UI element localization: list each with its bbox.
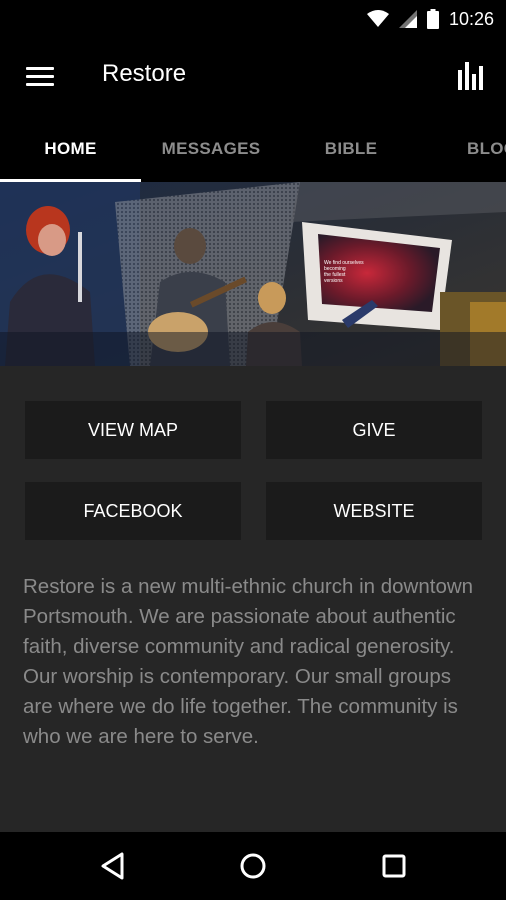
recents-icon[interactable]: [378, 850, 410, 882]
system-nav-bar: [0, 832, 506, 900]
website-button[interactable]: WEBSITE: [266, 482, 482, 540]
signal-icon: [398, 10, 417, 28]
wifi-icon: [366, 10, 389, 27]
battery-icon: [426, 9, 439, 29]
status-icons: 10:26: [366, 8, 494, 30]
hero-photo: We find ourselves becoming the fullest v…: [0, 182, 506, 366]
tab-messages[interactable]: MESSAGES: [141, 116, 281, 182]
app-title: Restore: [102, 60, 187, 87]
home-icon[interactable]: [237, 850, 269, 882]
hamburger-menu-icon[interactable]: [26, 67, 54, 87]
slide-line: versions: [324, 278, 343, 284]
tab-bible[interactable]: BIBLE: [281, 116, 421, 182]
bar-chart-icon[interactable]: [456, 60, 486, 90]
status-bar: 10:26: [0, 0, 506, 36]
home-content: VIEW MAP GIVE FACEBOOK WEBSITE Restore i…: [0, 366, 506, 832]
view-map-button[interactable]: VIEW MAP: [25, 401, 241, 459]
status-time: 10:26: [448, 8, 494, 29]
give-button[interactable]: GIVE: [266, 401, 482, 459]
back-icon[interactable]: [98, 850, 130, 882]
app-bar: Restore: [0, 36, 506, 116]
tab-bar: HOME MESSAGES BIBLE BLOG: [0, 116, 506, 182]
church-description: Restore is a new multi-ethnic church in …: [23, 575, 474, 748]
tab-home[interactable]: HOME: [0, 116, 141, 182]
facebook-button[interactable]: FACEBOOK: [25, 482, 241, 540]
tab-blog[interactable]: BLOG: [421, 116, 506, 182]
hero-image: We find ourselves becoming the fullest v…: [0, 182, 506, 366]
